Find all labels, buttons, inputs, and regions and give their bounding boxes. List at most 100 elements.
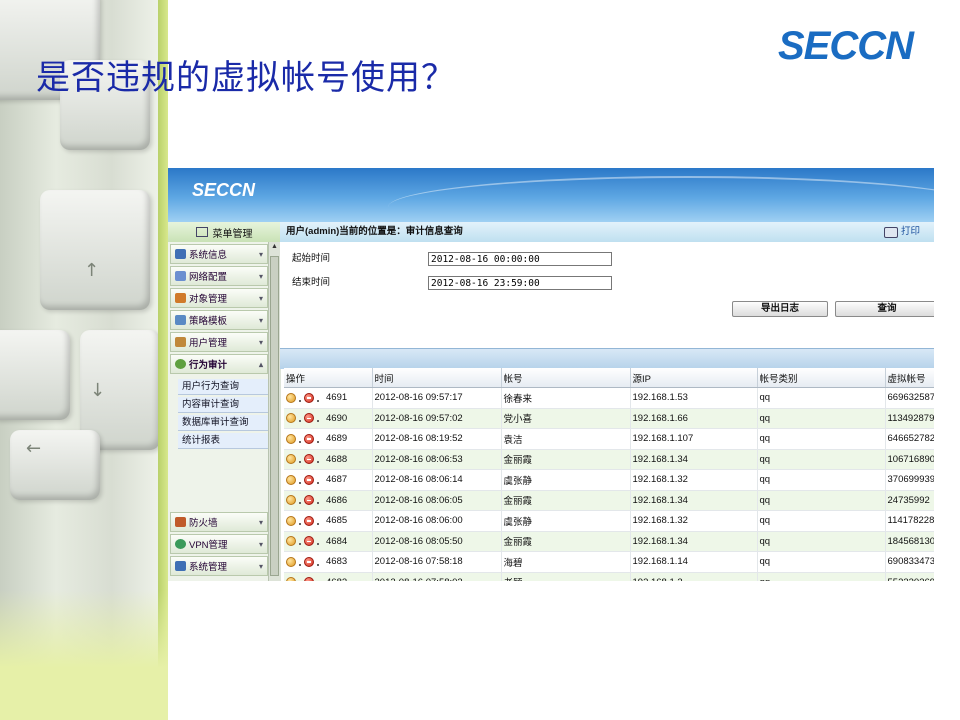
table-row[interactable]: 4687 2012-08-16 08:06:14 虞张静 192.168.1.32 qq…: [284, 469, 934, 491]
delete-icon[interactable]: [304, 454, 314, 465]
sidebar: 系统信息 ▾ 网络配置 ▾ 对象管理 ▾ 策略模板 ▾ 用户管理 ▾ 行为审计 …: [168, 242, 268, 581]
sidebar-item-behavior-audit[interactable]: 行为审计 ▴: [170, 354, 268, 374]
record-id: 4683: [326, 556, 348, 568]
edit-icon[interactable]: [286, 495, 296, 506]
table-row[interactable]: 4685 2012-08-16 08:06:00 虞张静 192.168.1.32 qq…: [284, 510, 934, 532]
account-type-cell: qq: [757, 449, 886, 470]
sidebar-item-user-management[interactable]: 用户管理 ▾: [170, 332, 268, 352]
sidebar-item-system-info[interactable]: 系统信息 ▾: [170, 244, 268, 264]
column-header[interactable]: 帐号: [501, 368, 631, 388]
table-row[interactable]: 4690 2012-08-16 09:57:02 党小喜 192.168.1.66 qq…: [284, 408, 934, 429]
separator-dot: [299, 420, 301, 423]
start-time-label: 起始时间: [292, 253, 331, 264]
chevron-down-icon: ▾: [258, 539, 263, 549]
export-log-button[interactable]: 导出日志: [732, 301, 828, 317]
delete-icon[interactable]: [304, 536, 314, 547]
record-id: 4691: [326, 392, 348, 404]
table-row[interactable]: 4684 2012-08-16 08:05:50 金丽霞 192.168.1.34 qq…: [284, 531, 934, 552]
edit-icon[interactable]: [286, 474, 296, 485]
scrollbar-thumb[interactable]: [270, 256, 279, 576]
separator-dot: [299, 481, 301, 484]
table-row[interactable]: 4688 2012-08-16 08:06:53 金丽霞 192.168.1.34 qq…: [284, 449, 934, 470]
network-config-icon: [175, 271, 186, 281]
end-time-label: 结束时间: [292, 277, 331, 288]
edit-icon[interactable]: [286, 413, 296, 424]
time-cell: 2012-08-16 08:06:14: [372, 469, 502, 491]
chevron-down-icon: ▾: [258, 271, 263, 281]
separator-dot: [299, 543, 301, 546]
query-button[interactable]: 查询: [835, 301, 934, 317]
separator-dot: [317, 502, 319, 505]
delete-icon[interactable]: [304, 433, 314, 444]
delete-icon[interactable]: [304, 556, 314, 567]
sidebar-subitem-content-audit[interactable]: 内容审计查询: [178, 397, 268, 413]
background-fade: [0, 590, 168, 720]
arrow-up-icon: ↑: [84, 260, 100, 281]
app-header: SECCN: [168, 168, 934, 222]
source-ip-cell: 192.168.1.107: [630, 428, 758, 450]
edit-icon[interactable]: [286, 454, 296, 465]
edit-icon[interactable]: [286, 515, 296, 526]
source-ip-cell: 192.168.1.3: [630, 572, 758, 581]
start-time-input[interactable]: [428, 252, 612, 266]
firewall-icon: [175, 517, 186, 527]
scroll-up-icon[interactable]: ▲: [271, 243, 278, 250]
edit-icon[interactable]: [286, 433, 296, 444]
column-header[interactable]: 操作: [284, 368, 373, 388]
record-id: 4685: [326, 515, 348, 527]
column-header[interactable]: 时间: [372, 368, 502, 388]
record-id: 4682: [326, 577, 347, 581]
table-row[interactable]: 4682 2012-08-16 07:58:03老顾192.168.1.3qq55…: [284, 572, 934, 581]
sidebar-subitem-database-audit[interactable]: 数据库审计查询: [178, 415, 268, 431]
delete-icon[interactable]: [304, 495, 314, 506]
object-management-icon: [175, 293, 186, 303]
edit-icon[interactable]: [286, 392, 296, 403]
delete-icon[interactable]: [304, 515, 314, 526]
source-ip-cell: 192.168.1.14: [630, 551, 758, 573]
account-type-cell: qq: [757, 531, 886, 552]
edit-icon[interactable]: [286, 536, 296, 547]
keyboard-key: [0, 330, 70, 420]
edit-icon[interactable]: [286, 556, 296, 567]
delete-icon[interactable]: [304, 392, 314, 403]
delete-icon[interactable]: [304, 413, 314, 424]
separator-dot: [317, 420, 319, 423]
print-button[interactable]: 打印: [883, 222, 920, 242]
sidebar-item-firewall[interactable]: 防火墙 ▾: [170, 512, 268, 532]
separator-dot: [299, 399, 301, 402]
account-type-cell: qq: [757, 469, 886, 491]
virtual-account-cell: 114178228: [885, 510, 934, 532]
edit-icon[interactable]: [286, 577, 296, 581]
table-row[interactable]: 4686 2012-08-16 08:06:05 金丽霞 192.168.1.34 qq…: [284, 490, 934, 511]
source-ip-cell: 192.168.1.53: [630, 387, 758, 409]
sidebar-subitem-statistics[interactable]: 统计报表: [178, 433, 268, 449]
time-cell: 2012-08-16 08:05:50: [372, 531, 502, 552]
record-id: 4684: [326, 535, 348, 547]
slide-title: 是否违规的虚拟帐号使用？: [36, 58, 456, 98]
sidebar-subitem-user-behavior[interactable]: 用户行为查询: [178, 379, 268, 395]
separator-dot: [317, 440, 319, 443]
virtual-account-cell: 370699939: [885, 469, 934, 491]
app-logo: SECCN: [192, 180, 256, 200]
virtual-account-cell: 24735992: [885, 490, 934, 511]
sidebar-item-vpn[interactable]: VPN管理 ▾: [170, 534, 268, 554]
record-id: 4687: [326, 474, 348, 486]
account-cell: 虞张静: [501, 469, 631, 491]
table-row[interactable]: 4683 2012-08-16 07:58:18 海碧 192.168.1.14 qq 6…: [284, 551, 934, 573]
delete-icon[interactable]: [304, 577, 314, 581]
sidebar-item-object-management[interactable]: 对象管理 ▾: [170, 288, 268, 308]
virtual-account-cell: 552330369: [885, 572, 934, 581]
column-header[interactable]: 源IP: [630, 368, 758, 388]
record-id: 4689: [326, 433, 348, 445]
virtual-account-cell: 113492879: [885, 408, 934, 429]
table-row[interactable]: 4691 2012-08-16 09:57:17 徐春来 192.168.1.53 qq…: [284, 387, 934, 409]
end-time-input[interactable]: [428, 276, 612, 290]
delete-icon[interactable]: [304, 474, 314, 485]
column-header[interactable]: 帐号类别: [757, 368, 886, 388]
sidebar-item-system-management[interactable]: 系统管理 ▾: [170, 556, 268, 576]
app-window: SECCN 菜单管理 用户(admin)当前的位置是：审计信息查询 打印 系统信…: [168, 168, 934, 581]
table-row[interactable]: 4689 2012-08-16 08:19:52 袁洁 192.168.1.107 qq…: [284, 428, 934, 450]
sidebar-item-policy-template[interactable]: 策略模板 ▾: [170, 310, 268, 330]
column-header[interactable]: 虚拟帐号: [885, 368, 934, 388]
sidebar-item-network-config[interactable]: 网络配置 ▾: [170, 266, 268, 286]
